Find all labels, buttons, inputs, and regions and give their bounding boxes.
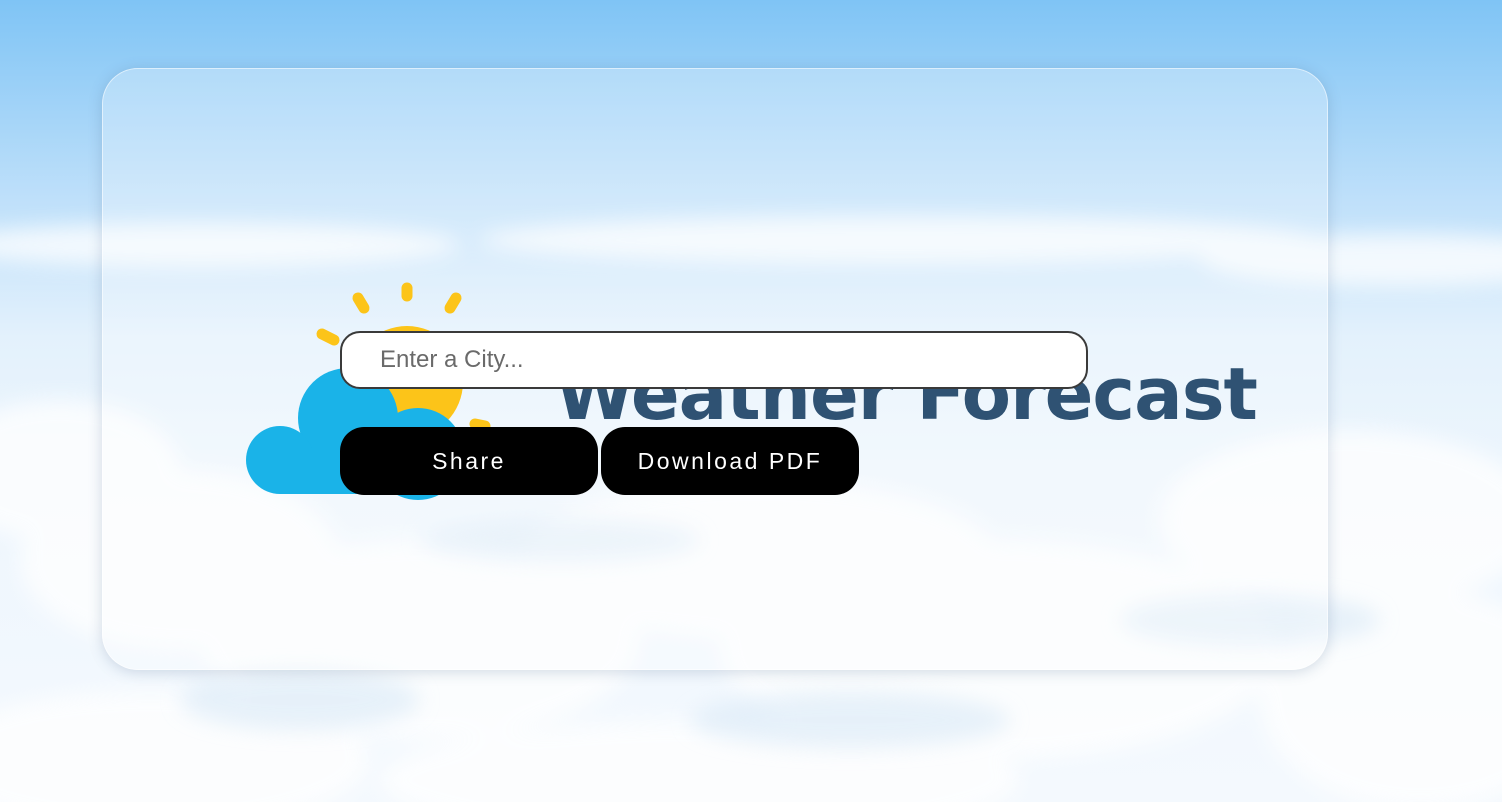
share-button[interactable]: Share: [340, 427, 598, 495]
download-pdf-button[interactable]: Download PDF: [601, 427, 859, 495]
city-search-input[interactable]: [340, 331, 1088, 389]
